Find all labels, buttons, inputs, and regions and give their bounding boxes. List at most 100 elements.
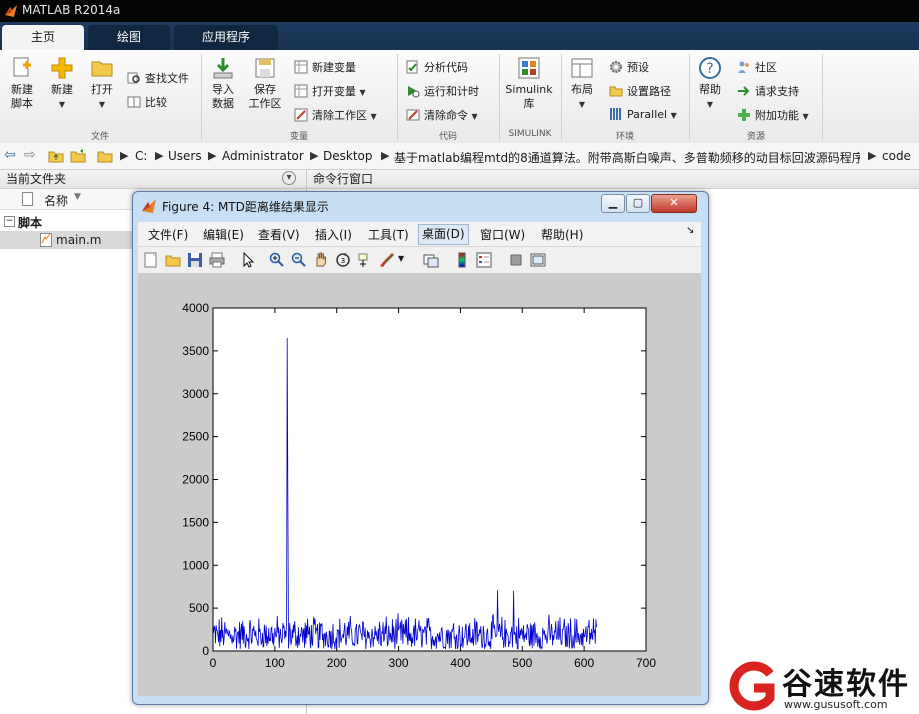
add-ons-plus-icon: [738, 109, 750, 121]
print-icon[interactable]: [209, 252, 225, 268]
menu-desktop[interactable]: 桌面(D): [418, 224, 469, 245]
simulink-icon: [518, 57, 540, 79]
simulink-label-2: 库: [523, 97, 535, 110]
tab-apps[interactable]: 应用程序: [174, 25, 278, 50]
run-and-time-label: 运行和计时: [424, 85, 479, 98]
layout-icon: [571, 58, 593, 78]
brush-icon[interactable]: [379, 252, 395, 268]
svg-text:?: ?: [706, 61, 713, 77]
tab-plots[interactable]: 绘图: [88, 25, 170, 50]
clear-commands-button[interactable]: 清除命令 ▼: [406, 107, 478, 123]
x-tick-label: 700: [636, 656, 656, 670]
breadcrumb-project-folder[interactable]: 基于matlab编程mtd的8通道算法。附带高斯白噪声、多普勒频移的动目标回波源…: [394, 149, 860, 166]
menu-window[interactable]: 窗口(W): [480, 226, 525, 243]
x-tick-label: 200: [327, 656, 347, 670]
zoom-in-icon[interactable]: [269, 252, 285, 268]
find-files-icon: [127, 72, 140, 84]
new-script-button[interactable]: 新建 脚本: [6, 56, 38, 111]
link-plot-icon[interactable]: [423, 252, 439, 268]
breadcrumb-separator: ▶: [120, 149, 129, 162]
matlab-figure-logo-icon: [142, 199, 156, 213]
x-tick-label: 100: [265, 656, 285, 670]
y-tick-label: 3000: [182, 387, 209, 401]
forward-arrow-icon[interactable]: ⇨: [24, 147, 36, 163]
pan-hand-icon[interactable]: [313, 252, 329, 268]
menu-tools[interactable]: 工具(T): [368, 226, 409, 243]
import-data-button[interactable]: 导入 数据: [207, 56, 239, 111]
preferences-button[interactable]: 预设: [609, 59, 649, 75]
menu-edit[interactable]: 编辑(E): [203, 226, 244, 243]
simulink-library-button[interactable]: Simulink 库: [504, 56, 554, 111]
save-workspace-button[interactable]: 保存 工作区: [245, 56, 285, 111]
tab-home[interactable]: 主页: [2, 25, 84, 50]
analyze-code-button[interactable]: 分析代码: [406, 59, 468, 75]
plot-axes-box: [212, 307, 647, 652]
dock-arrow-icon[interactable]: ↘: [686, 225, 694, 236]
set-path-button[interactable]: 设置路径: [609, 83, 671, 99]
y-tick-label: 2500: [182, 430, 209, 444]
hide-plot-tools-icon[interactable]: [508, 252, 524, 268]
panel-actions-icon[interactable]: ▾: [282, 171, 296, 185]
browse-folder-icon[interactable]: [70, 148, 86, 164]
title-bar: MATLAB R2014a: [0, 0, 919, 22]
open-label: 打开: [91, 83, 113, 96]
y-tick-label: 4000: [182, 301, 209, 315]
request-support-label: 请求支持: [755, 85, 799, 98]
show-plot-tools-icon[interactable]: [530, 252, 546, 268]
x-tick-label: 600: [574, 656, 594, 670]
new-variable-label: 新建变量: [312, 61, 356, 74]
insert-colorbar-icon[interactable]: [454, 252, 470, 268]
figure-toolbar: 3 ▼: [138, 247, 701, 274]
open-file-icon[interactable]: [165, 252, 181, 268]
open-variable-button[interactable]: 打开变量 ▼: [294, 83, 366, 99]
layout-button[interactable]: 布局 ▼: [566, 56, 598, 112]
collapse-icon[interactable]: −: [4, 216, 15, 227]
breadcrumb-c-drive[interactable]: C:: [135, 149, 147, 163]
data-cursor-icon[interactable]: [357, 252, 373, 268]
parallel-label: Parallel: [627, 108, 668, 121]
brush-dropdown-icon[interactable]: ▼: [398, 254, 404, 263]
new-button[interactable]: 新建 ▼: [46, 56, 78, 112]
add-ons-button[interactable]: 附加功能 ▼: [737, 107, 809, 123]
compare-button[interactable]: 比较: [127, 94, 167, 110]
breadcrumb-desktop[interactable]: Desktop: [323, 149, 373, 163]
clear-workspace-button[interactable]: 清除工作区 ▼: [294, 107, 377, 123]
open-button[interactable]: 打开 ▼: [86, 56, 118, 112]
parallel-button[interactable]: Parallel ▼: [609, 107, 677, 121]
help-button[interactable]: ? 帮助 ▼: [694, 56, 726, 112]
find-files-button[interactable]: 查找文件: [127, 70, 189, 86]
community-button[interactable]: 社区: [737, 59, 777, 75]
insert-legend-icon[interactable]: [476, 252, 492, 268]
close-button[interactable]: ✕: [651, 194, 697, 213]
rotate-3d-icon[interactable]: 3: [335, 252, 351, 268]
edit-plot-arrow-icon[interactable]: [241, 252, 257, 268]
breadcrumb-users[interactable]: Users: [168, 149, 202, 163]
request-support-button[interactable]: 请求支持: [737, 83, 799, 99]
run-and-time-button[interactable]: 运行和计时: [406, 83, 479, 99]
menu-insert[interactable]: 插入(I): [315, 226, 352, 243]
menu-help[interactable]: 帮助(H): [541, 226, 583, 243]
figure-window[interactable]: Figure 4: MTD距离维结果显示 ▁ ▢ ✕ 文件(F) 编辑(E) 查…: [132, 191, 709, 705]
save-figure-icon[interactable]: [187, 252, 203, 268]
figure-canvas[interactable]: 0 100 200 300 400 500 600 700 0 500 1000 1500 2000 25…: [138, 274, 701, 696]
minimize-button[interactable]: ▁: [601, 194, 625, 213]
command-window-header: 命令行窗口: [307, 170, 919, 189]
breadcrumb-code[interactable]: code: [882, 149, 911, 163]
gear-icon: [610, 61, 622, 73]
breadcrumb-administrator[interactable]: Administrator: [222, 149, 304, 163]
name-column-header[interactable]: 名称: [44, 192, 68, 209]
y-tick-label: 1000: [182, 558, 209, 572]
menu-view[interactable]: 查看(V): [258, 226, 300, 243]
back-arrow-icon[interactable]: ⇦: [4, 147, 16, 163]
zoom-out-icon[interactable]: [291, 252, 307, 268]
save-ws-label-1: 保存: [254, 83, 276, 96]
maximize-button[interactable]: ▢: [626, 194, 650, 213]
menu-file[interactable]: 文件(F): [148, 226, 188, 243]
help-label: 帮助: [699, 83, 721, 96]
open-folder-icon: [91, 61, 113, 77]
plot-svg[interactable]: 0 100 200 300 400 500 600 700 0 500 1000 1500 2000 25…: [138, 274, 701, 696]
new-variable-button[interactable]: 新建变量: [294, 59, 356, 75]
community-people-icon: [738, 61, 749, 73]
new-figure-icon[interactable]: [143, 252, 159, 268]
up-folder-icon[interactable]: [48, 148, 64, 164]
